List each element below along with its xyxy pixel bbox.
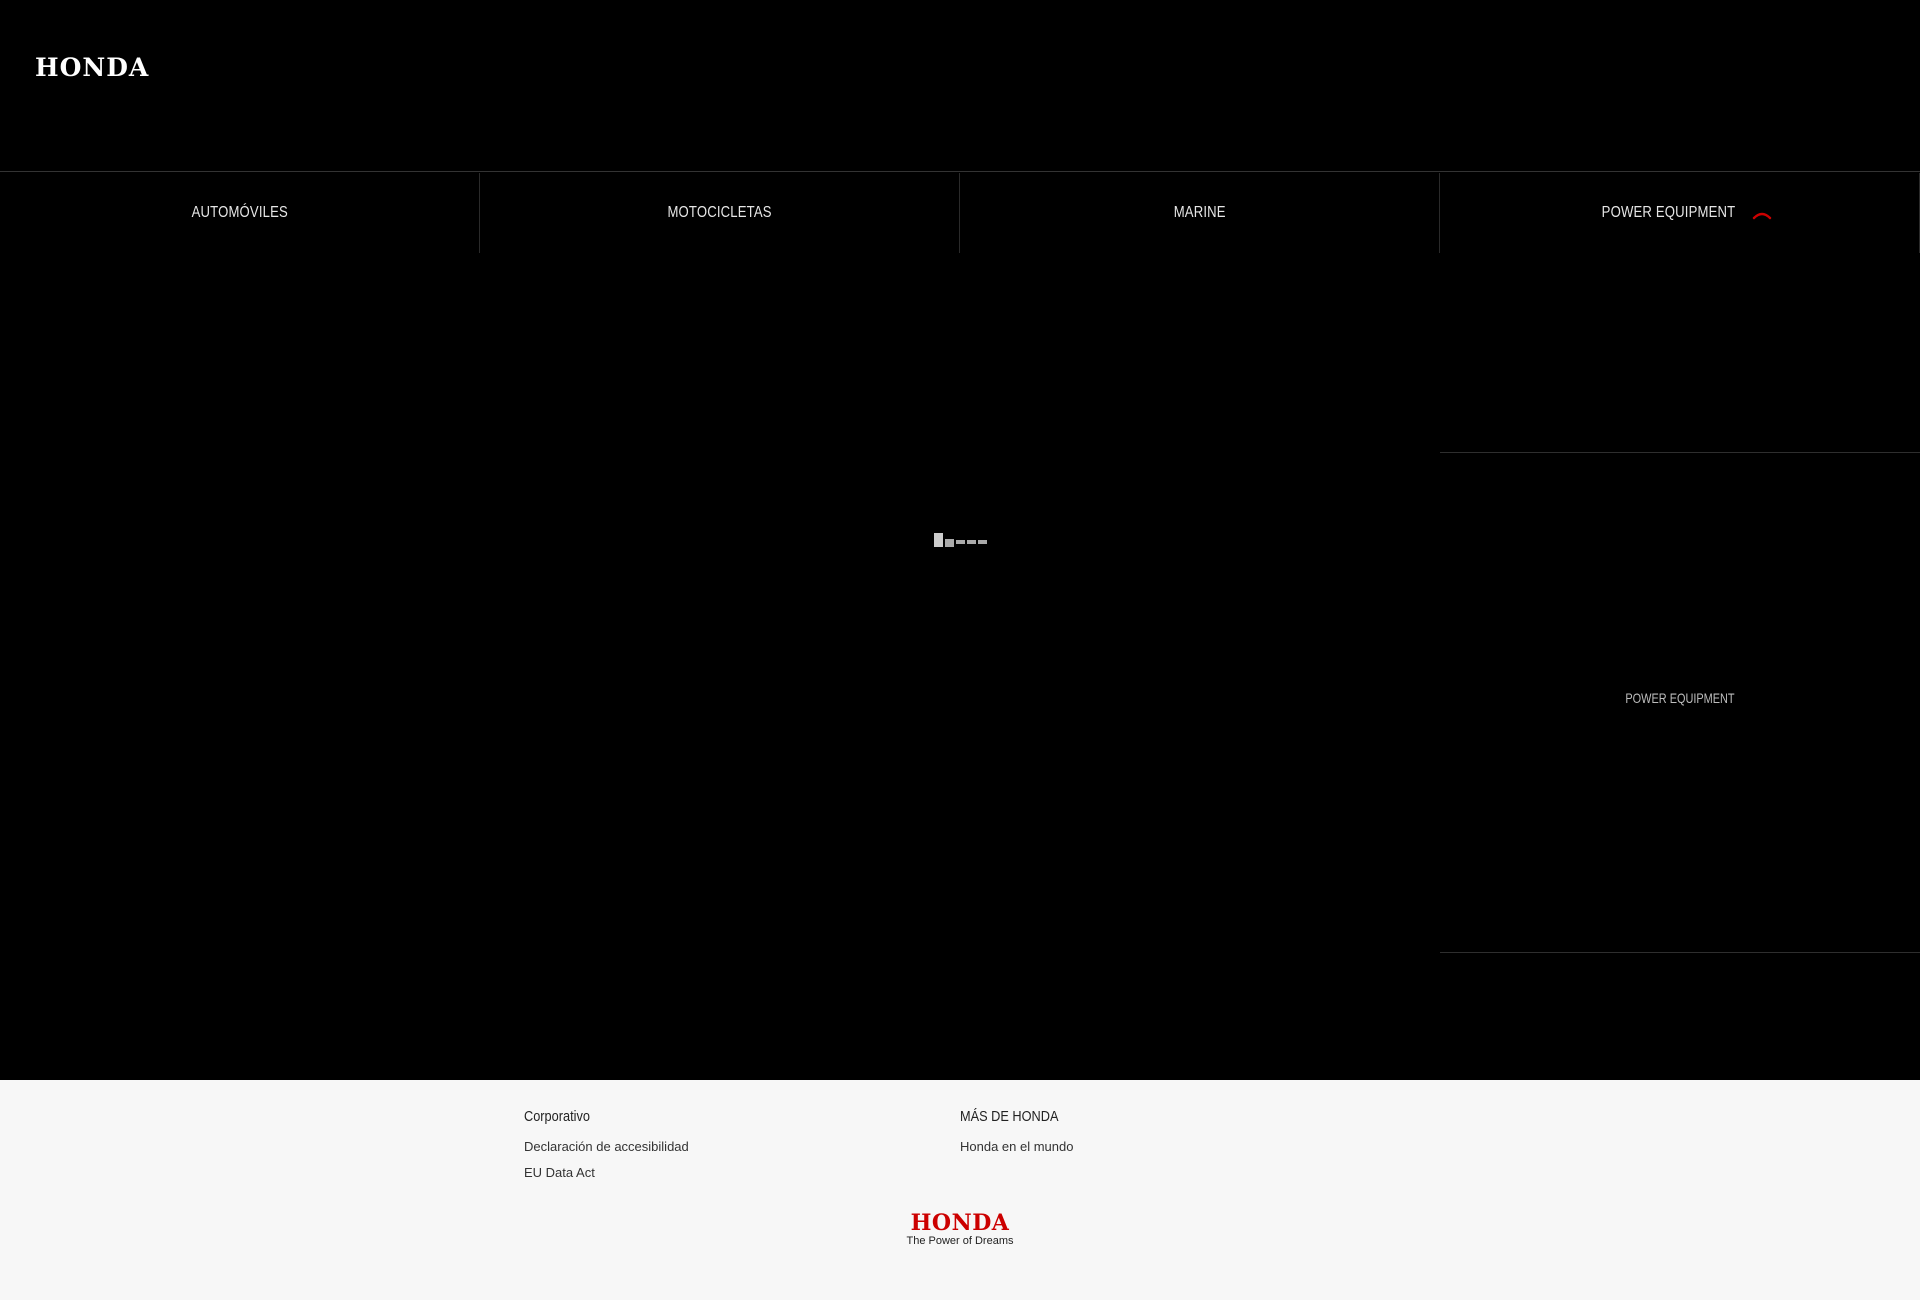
- honda-logo[interactable]: HONDA: [35, 53, 149, 82]
- nav-item-motocicletas[interactable]: MOTOCICLETAS: [480, 173, 960, 253]
- footer-heading: MÁS DE HONDA: [960, 1108, 1059, 1125]
- loader-bar: [978, 540, 987, 544]
- footer-logo-brand: HONDA: [910, 1210, 1010, 1236]
- divider: [1440, 452, 1920, 453]
- nav-item-label: MARINE: [1173, 204, 1226, 221]
- dropdown-item-power-equipment[interactable]: POWER EQUIPMENT: [1440, 690, 1920, 706]
- main-content: POWER EQUIPMENT: [0, 253, 1920, 1080]
- footer-link-eu-data-act[interactable]: EU Data Act: [524, 1165, 689, 1180]
- nav-item-label: AUTOMÓVILES: [191, 204, 288, 221]
- loader-bar: [956, 540, 965, 544]
- nav-item-label: POWER EQUIPMENT: [1601, 204, 1736, 221]
- footer-column-mas-de-honda: MÁS DE HONDA Honda en el mundo: [960, 1108, 1076, 1165]
- nav-item-power-equipment[interactable]: POWER EQUIPMENT: [1440, 173, 1920, 253]
- nav-item-automoviles[interactable]: AUTOMÓVILES: [0, 173, 480, 253]
- main-nav: AUTOMÓVILES MOTOCICLETAS MARINE POWER EQ…: [0, 173, 1920, 253]
- chevron-up-icon: [1752, 212, 1772, 220]
- loader-bar: [934, 533, 943, 547]
- footer-logo-tagline: The Power of Dreams: [906, 1235, 1014, 1247]
- nav-item-label: MOTOCICLETAS: [667, 204, 772, 221]
- divider: [1440, 952, 1920, 953]
- power-equipment-dropdown: POWER EQUIPMENT: [1440, 253, 1920, 1080]
- footer-link-honda-en-el-mundo[interactable]: Honda en el mundo: [960, 1139, 1076, 1154]
- loading-indicator: [934, 533, 987, 547]
- footer-honda-logo[interactable]: HONDA The Power of Dreams: [898, 1212, 1022, 1247]
- footer-heading: Corporativo: [524, 1108, 590, 1125]
- loader-bar: [967, 540, 976, 544]
- footer-column-corporativo: Corporativo Declaración de accesibilidad…: [524, 1108, 689, 1191]
- site-footer: Corporativo Declaración de accesibilidad…: [0, 1080, 1920, 1300]
- site-header: HONDA: [0, 0, 1920, 172]
- loader-bar: [945, 539, 954, 547]
- nav-item-marine[interactable]: MARINE: [960, 173, 1440, 253]
- footer-link-accesibilidad[interactable]: Declaración de accesibilidad: [524, 1139, 689, 1154]
